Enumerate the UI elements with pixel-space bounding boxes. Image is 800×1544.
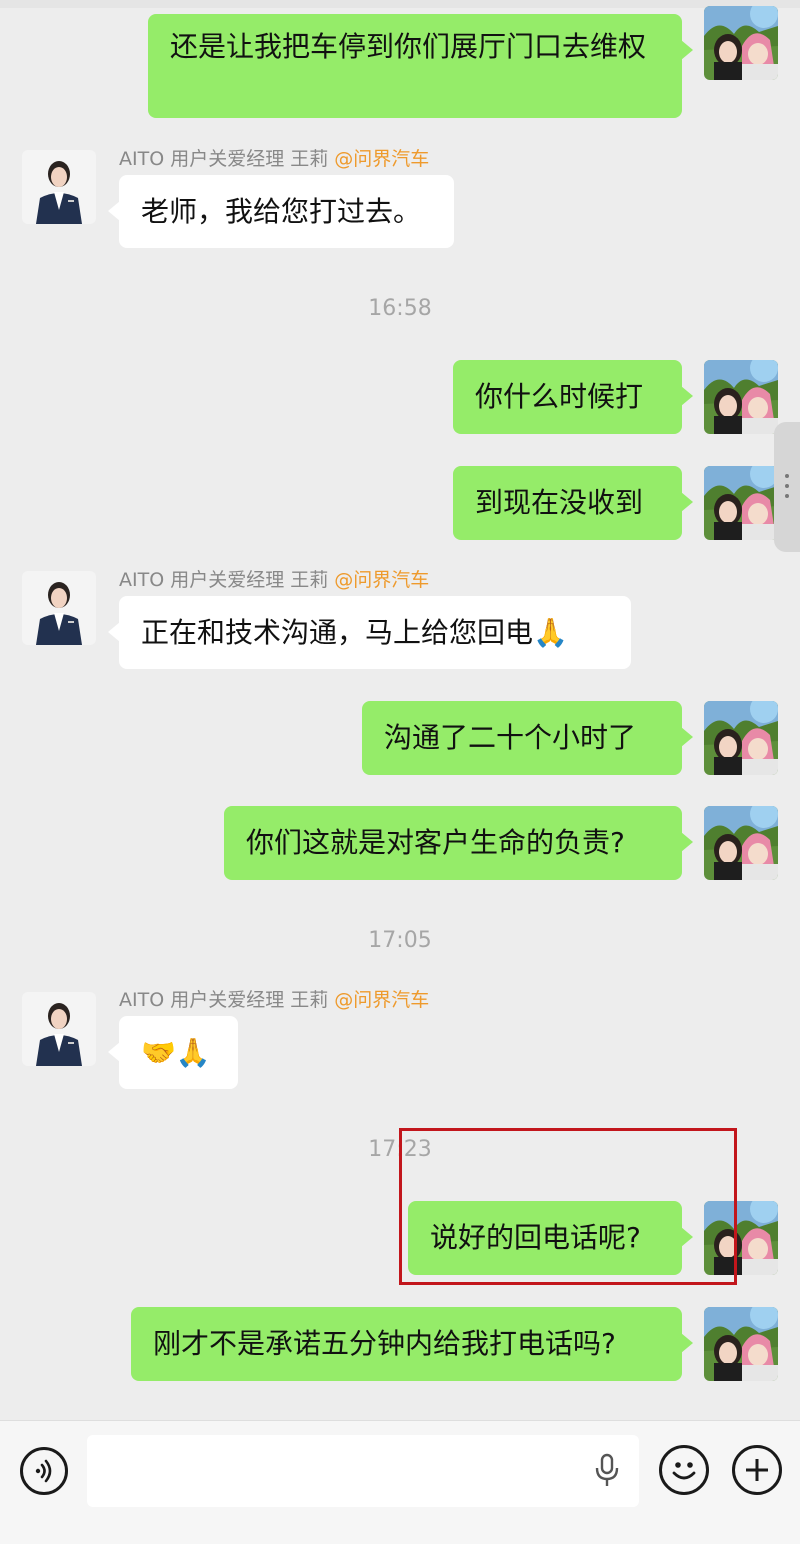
- sender-org: @问界汽车: [334, 569, 430, 591]
- message-bubble-incoming[interactable]: 老师，我给您打过去。: [108, 175, 454, 248]
- message-input[interactable]: [87, 1435, 639, 1507]
- sender-label: AITO 用户关爱经理 王莉 @问界汽车: [119, 985, 429, 1012]
- timestamp: 16:58: [368, 296, 432, 321]
- message-text: 🤝🙏: [141, 1036, 211, 1069]
- sender-name: AITO 用户关爱经理 王莉: [119, 989, 329, 1011]
- sender-label: AITO 用户关爱经理 王莉 @问界汽车: [119, 565, 429, 592]
- top-edge: [0, 0, 800, 8]
- emoji-button[interactable]: [659, 1445, 709, 1495]
- sender-name: AITO 用户关爱经理 王莉: [119, 148, 329, 170]
- my-avatar[interactable]: [704, 466, 778, 540]
- agent-avatar[interactable]: [22, 150, 96, 224]
- message-text: 沟通了二十个小时了: [384, 721, 637, 754]
- timestamp: 17:05: [368, 928, 432, 953]
- message-bubble-incoming[interactable]: 🤝🙏: [108, 1016, 238, 1089]
- my-avatar[interactable]: [704, 6, 778, 80]
- my-avatar[interactable]: [704, 806, 778, 880]
- handle-dot: [785, 494, 789, 498]
- sender-label: AITO 用户关爱经理 王莉 @问界汽车: [119, 144, 429, 171]
- emoji-icon: [672, 1462, 696, 1480]
- message-bubble-outgoing[interactable]: 到现在没收到: [453, 466, 693, 540]
- plus-button[interactable]: [732, 1445, 782, 1495]
- voice-mode-icon: [35, 1459, 52, 1483]
- scroll-handle[interactable]: [774, 422, 800, 552]
- message-text: 到现在没收到: [475, 486, 644, 519]
- sender-org: @问界汽车: [334, 148, 430, 170]
- sender-org: @问界汽车: [334, 989, 430, 1011]
- message-bubble-outgoing[interactable]: 刚才不是承诺五分钟内给我打电话吗?: [131, 1307, 693, 1381]
- message-text: 老师，我给您打过去。: [141, 195, 422, 228]
- my-avatar[interactable]: [704, 360, 778, 434]
- voice-mode-button[interactable]: [20, 1447, 68, 1495]
- chat-area[interactable]: 还是让我把车停到你们展厅门口去维权 AITO 用户关爱经理 王莉 @问界汽车 老…: [0, 0, 800, 1420]
- message-text: 你什么时候打: [475, 380, 644, 413]
- plus-icon: [746, 1459, 768, 1481]
- message-bubble-outgoing[interactable]: 还是让我把车停到你们展厅门口去维权: [148, 14, 693, 118]
- message-text: 正在和技术沟通，马上给您回电🙏: [141, 616, 568, 649]
- message-bubble-incoming[interactable]: 正在和技术沟通，马上给您回电🙏: [108, 596, 631, 669]
- my-avatar[interactable]: [704, 701, 778, 775]
- input-bar: [0, 1420, 800, 1544]
- message-text: 你们这就是对客户生命的负责?: [246, 826, 625, 859]
- microphone-icon[interactable]: [593, 1453, 621, 1489]
- sender-name: AITO 用户关爱经理 王莉: [119, 569, 329, 591]
- message-text: 还是让我把车停到你们展厅门口去维权: [170, 30, 647, 63]
- message-bubble-outgoing[interactable]: 你们这就是对客户生命的负责?: [224, 806, 693, 880]
- handle-dot: [785, 484, 789, 488]
- agent-avatar[interactable]: [22, 571, 96, 645]
- agent-avatar[interactable]: [22, 992, 96, 1066]
- message-text: 刚才不是承诺五分钟内给我打电话吗?: [153, 1327, 616, 1360]
- message-bubble-outgoing[interactable]: 沟通了二十个小时了: [362, 701, 693, 775]
- my-avatar[interactable]: [704, 1307, 778, 1381]
- highlight-annotation-box: [399, 1128, 737, 1285]
- handle-dot: [785, 474, 789, 478]
- message-bubble-outgoing[interactable]: 你什么时候打: [453, 360, 693, 434]
